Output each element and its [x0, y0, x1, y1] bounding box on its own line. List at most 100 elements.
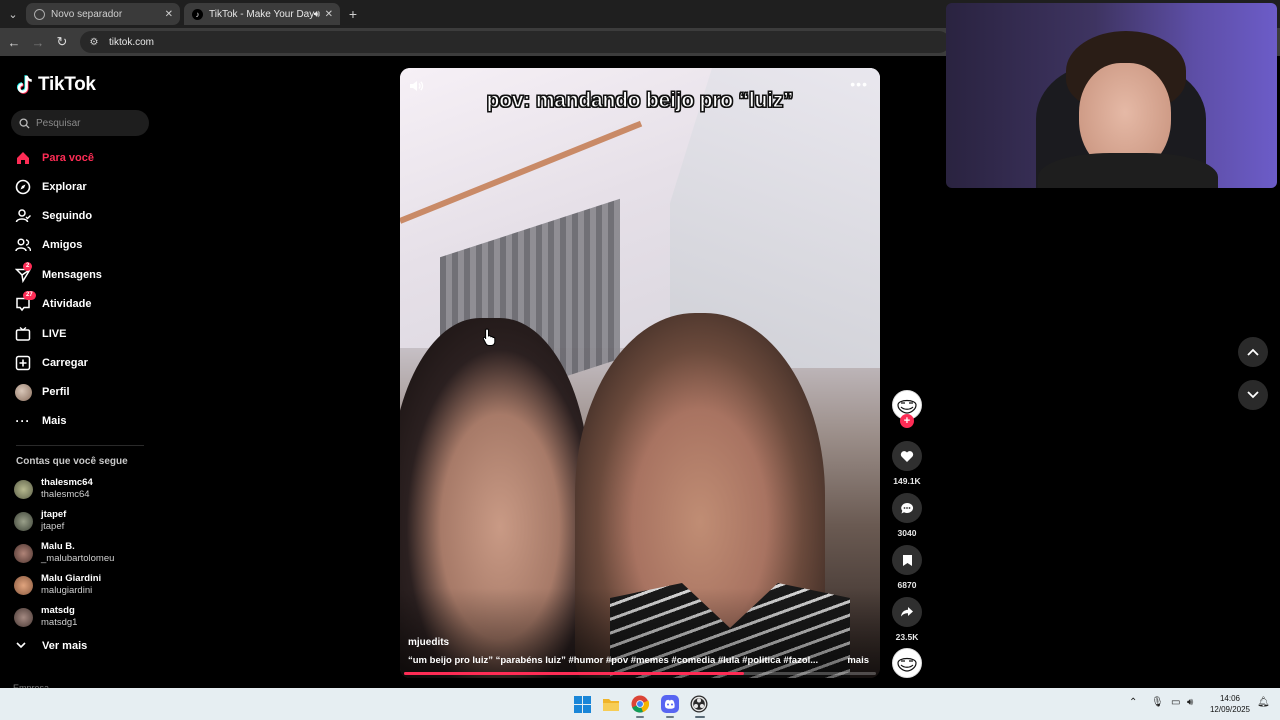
speaker-icon[interactable]: 🔊︎	[1187, 697, 1193, 708]
forward-icon[interactable]: →	[29, 33, 47, 51]
nav-label: Carregar	[42, 357, 88, 369]
messages-icon: 2	[14, 262, 33, 284]
notification-bell-icon[interactable]: 🔔︎	[1257, 697, 1270, 708]
close-icon[interactable]: ✕	[325, 9, 333, 20]
account-item[interactable]: Malu Giardini malugiardini	[14, 572, 154, 598]
share-button[interactable]	[892, 597, 922, 627]
clock-date: 12/09/2025	[1209, 705, 1251, 714]
discord-icon[interactable]	[660, 694, 680, 714]
account-item[interactable]: Malu B. _malubartolomeu	[14, 540, 154, 566]
more-options-icon[interactable]: •••	[850, 76, 868, 92]
running-indicator	[695, 716, 705, 718]
nav-mais[interactable]: ··· Mais	[14, 409, 154, 433]
trollface-avatar-icon	[897, 399, 917, 414]
nav-seguindo[interactable]: Seguindo	[14, 204, 154, 228]
upload-icon	[14, 354, 32, 372]
nav-perfil[interactable]: Perfil	[14, 380, 154, 404]
new-tab-icon[interactable]: +	[344, 5, 362, 23]
tab-search-icon[interactable]: ⌄	[4, 5, 22, 23]
search-box[interactable]	[11, 110, 149, 136]
like-count: 149.1K	[893, 476, 921, 486]
comment-button[interactable]	[892, 493, 922, 523]
save-count: 6870	[897, 580, 917, 590]
clock-time: 14:06	[1219, 694, 1241, 703]
nav-explorar[interactable]: Explorar	[14, 175, 154, 199]
account-name: jtapef	[41, 509, 67, 520]
expand-description-link[interactable]: mais	[847, 655, 869, 666]
account-handle: thalesmc64	[41, 489, 90, 500]
account-item[interactable]: jtapef jtapef	[14, 508, 154, 534]
tab-new-tab[interactable]: Novo separador ✕	[26, 3, 180, 25]
webcam-overlay	[946, 3, 1277, 188]
audio-playing-icon[interactable]: 🔊︎	[314, 9, 320, 20]
comment-count: 3040	[897, 528, 917, 538]
nav-mensagens[interactable]: 2 Mensagens	[14, 262, 154, 287]
avatar	[14, 511, 33, 531]
video-progress-fill	[404, 672, 744, 675]
taskbar: ⌃ 🎙︎ ▭ 🔊︎ 14:06 12/09/2025 🔔︎	[0, 688, 1280, 720]
hand-cursor-icon	[482, 328, 496, 346]
tiktok-logo[interactable]: TikTok	[16, 74, 96, 96]
like-button[interactable]	[892, 441, 922, 471]
notification-badge: 27	[23, 291, 36, 300]
nav-atividade[interactable]: 27 Atividade	[14, 291, 154, 316]
network-icon[interactable]: ▭	[1171, 697, 1180, 708]
address-bar[interactable]: ⚙ tiktok.com	[80, 31, 950, 53]
friends-icon	[14, 236, 32, 254]
video-progress-bar[interactable]	[404, 672, 876, 675]
account-handle: jtapef	[41, 521, 65, 532]
music-disc-icon	[897, 657, 917, 672]
share-icon	[901, 607, 913, 617]
share-count: 23.5K	[895, 632, 919, 642]
video-author[interactable]: mjuedits	[408, 637, 449, 648]
nav-label: Atividade	[42, 298, 92, 310]
obs-icon[interactable]	[689, 694, 709, 714]
video-description: “um beijo pro luiz” “parabéns luiz” #hum…	[408, 655, 819, 666]
nav-amigos[interactable]: Amigos	[14, 233, 154, 257]
running-indicator	[636, 716, 644, 718]
windows-start-icon[interactable]	[572, 694, 592, 714]
account-name: Malu B.	[41, 541, 75, 552]
nav-label: Explorar	[42, 181, 87, 193]
sound-disc[interactable]	[892, 648, 922, 678]
site-info-icon[interactable]: ⚙	[88, 36, 100, 48]
next-video-button[interactable]	[1238, 380, 1268, 410]
activity-icon: 27	[14, 291, 36, 313]
tab-tiktok[interactable]: ♪ TikTok - Make Your Day 🔊︎ ✕	[184, 3, 340, 25]
account-name: matsdg	[41, 605, 75, 616]
account-handle: matsdg1	[41, 617, 78, 628]
sidebar: TikTok Para você Explorar Seguindo Amigo…	[0, 56, 160, 693]
tab-title: TikTok - Make Your Day	[209, 8, 315, 20]
tiktok-logo-icon	[16, 75, 32, 94]
account-item[interactable]: matsdg matsdg1	[14, 604, 154, 630]
close-icon[interactable]: ✕	[165, 9, 173, 20]
video-overlay-caption: pov: mandando beijo pro “luiz”	[486, 89, 794, 113]
see-more-button[interactable]: Ver mais	[16, 640, 87, 652]
account-handle: _malubartolomeu	[41, 553, 115, 564]
volume-icon[interactable]	[408, 78, 424, 94]
nav-label: Mais	[42, 415, 67, 427]
chevron-down-icon	[1247, 391, 1259, 399]
tray-overflow-icon[interactable]: ⌃	[1129, 697, 1137, 708]
previous-video-button[interactable]	[1238, 337, 1268, 367]
nav-label: Para você	[42, 152, 94, 164]
system-clock[interactable]: 14:06 12/09/2025	[1205, 693, 1255, 715]
follow-plus-button[interactable]: +	[900, 414, 914, 428]
account-item[interactable]: thalesmc64 thalesmc64	[14, 476, 154, 502]
back-icon[interactable]: ←	[5, 33, 23, 51]
following-accounts-heading: Contas que você segue	[16, 456, 128, 467]
reload-icon[interactable]: ↻	[53, 33, 71, 51]
microphone-icon[interactable]: 🎙︎	[1151, 697, 1164, 708]
search-input[interactable]	[36, 117, 136, 129]
nav-label: Amigos	[42, 239, 83, 251]
avatar	[14, 607, 33, 627]
following-icon	[14, 207, 32, 225]
nav-para-voce[interactable]: Para você	[14, 146, 154, 170]
nav-label: Perfil	[42, 386, 70, 398]
save-button[interactable]	[892, 545, 922, 575]
video-player[interactable]: pov: mandando beijo pro “luiz” ••• mjued…	[400, 68, 880, 678]
file-explorer-icon[interactable]	[601, 694, 621, 714]
nav-carregar[interactable]: Carregar	[14, 351, 154, 375]
chrome-icon[interactable]	[630, 694, 650, 714]
nav-live[interactable]: LIVE	[14, 322, 154, 346]
